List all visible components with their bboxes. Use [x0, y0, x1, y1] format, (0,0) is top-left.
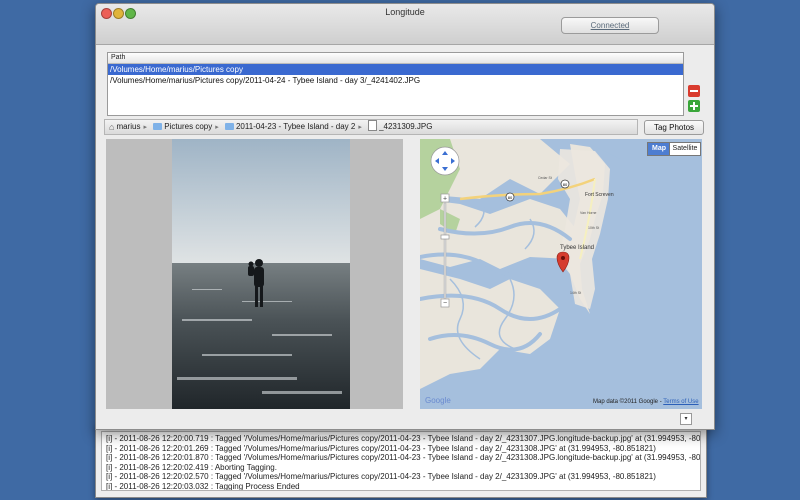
main-window: Longitude Connected Path /Volumes/Home/m…	[95, 3, 715, 430]
google-logo: Google	[425, 396, 451, 405]
tag-photos-button[interactable]: Tag Photos	[644, 120, 704, 135]
map-canvas[interactable]: 80 80 Fort Screven Tybee Island Cedar St…	[420, 139, 702, 409]
breadcrumb-item-file[interactable]: _4231309.JPG	[368, 120, 432, 134]
route-80-shield: 80	[563, 182, 568, 187]
path-row[interactable]: /Volumes/Home/marius/Pictures copy	[108, 64, 683, 75]
log-view[interactable]: [i] - 2011-08-26 12:20:00.719 : Tagged '…	[101, 431, 701, 491]
remove-path-button[interactable]	[688, 85, 700, 97]
log-toggle-button[interactable]: ▾	[680, 413, 692, 425]
photo-preview-pane	[106, 139, 403, 409]
log-window: [i] - 2011-08-26 12:20:00.719 : Tagged '…	[95, 424, 707, 498]
chevron-right-icon: ▸	[215, 124, 219, 131]
map-place-label: Tybee Island	[560, 245, 594, 251]
svg-text:14th St: 14th St	[570, 291, 581, 295]
map-type-map-button[interactable]: Map	[647, 142, 671, 156]
log-line: [i] - 2011-08-26 12:20:01.269 : Tagged '…	[106, 443, 656, 453]
map-type-satellite-button[interactable]: Satellite	[669, 142, 701, 156]
folder-icon	[224, 123, 234, 130]
home-icon: ⌂	[109, 122, 115, 132]
log-line: [i] - 2011-08-26 12:20:03.032 : Tagging …	[106, 481, 300, 491]
path-column-header[interactable]: Path	[108, 53, 683, 64]
chevron-right-icon: ▸	[358, 124, 362, 131]
chevron-right-icon: ▸	[143, 124, 147, 131]
log-line: [i] - 2011-08-26 12:20:02.570 : Tagged '…	[106, 472, 656, 482]
image-file-icon	[368, 120, 378, 131]
svg-text:10th St: 10th St	[588, 226, 599, 230]
terms-of-use-link[interactable]: Terms of Use	[663, 399, 698, 405]
folder-icon	[153, 123, 163, 130]
svg-text:Van Horne: Van Horne	[580, 211, 597, 215]
add-path-button[interactable]	[688, 100, 700, 112]
window-title: Longitude	[385, 7, 425, 17]
breadcrumb-item-home[interactable]: ⌂ marius	[109, 120, 140, 134]
log-line: [i] - 2011-08-26 12:20:02.419 : Aborting…	[106, 462, 277, 472]
log-line: [i] - 2011-08-26 12:20:00.719 : Tagged '…	[106, 434, 701, 443]
svg-text:Cedar St: Cedar St	[538, 176, 552, 180]
map-place-label: Fort Screven	[585, 192, 614, 198]
breadcrumb: ⌂ marius ▸ Pictures copy ▸ 2011-04-23 - Tyb…	[104, 119, 638, 135]
log-line: [i] - 2011-08-26 12:20:01.870 : Tagged '…	[106, 453, 701, 463]
path-row[interactable]: /Volumes/Home/marius/Pictures copy/2011-…	[108, 75, 683, 86]
route-80-shield: 80	[508, 195, 513, 200]
chevron-down-icon: ▾	[684, 416, 688, 422]
path-table[interactable]: Path /Volumes/Home/marius/Pictures copy …	[107, 52, 684, 116]
svg-text:−: −	[443, 300, 447, 307]
breadcrumb-item-folder[interactable]: 2011-04-23 - Tybee Island - day 2	[224, 120, 355, 134]
map-credit: Map data ©2011 Google - Terms of Use	[593, 399, 699, 405]
map-pan-control[interactable]	[430, 146, 460, 176]
minus-icon	[690, 90, 698, 92]
svg-text:+: +	[443, 196, 447, 203]
map-view[interactable]: 80 80 Fort Screven Tybee Island Cedar St…	[420, 139, 702, 409]
breadcrumb-item-folder[interactable]: Pictures copy	[153, 120, 212, 134]
title-bar: Longitude Connected	[96, 4, 714, 45]
photo-preview	[172, 139, 350, 409]
connected-button[interactable]: Connected	[561, 17, 659, 34]
beach-photo-image	[172, 139, 350, 409]
